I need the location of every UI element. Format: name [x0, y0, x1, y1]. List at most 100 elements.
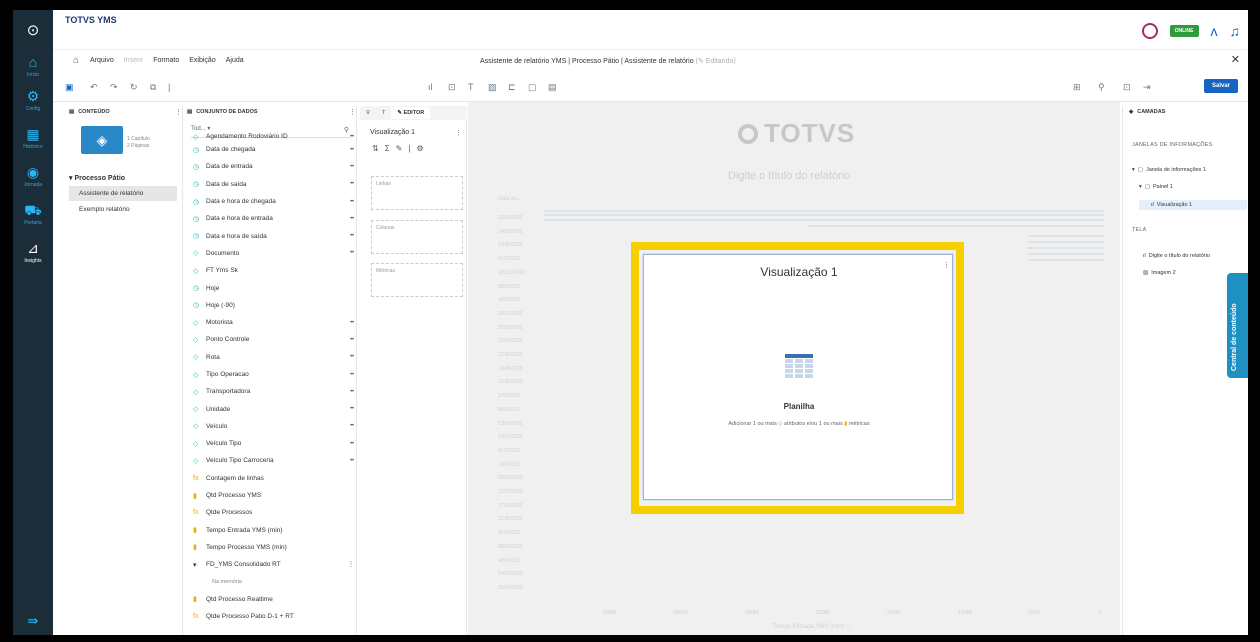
- drag-handle-icon[interactable]: • •: [350, 337, 354, 343]
- insert-text-icon[interactable]: T: [468, 82, 474, 92]
- sidebar-item-insights[interactable]: ⊿ Insights: [13, 236, 53, 274]
- report-title-placeholder[interactable]: Digite o título do relatório: [728, 170, 850, 182]
- insert-shape-icon[interactable]: ▢: [528, 82, 537, 93]
- dataset-item[interactable]: ▮ Tempo Processo YMS (min): [193, 539, 355, 556]
- dataset-item[interactable]: fx Contagem de linhas: [193, 470, 355, 487]
- bell-icon[interactable]: ♫: [1230, 23, 1241, 39]
- menu-file[interactable]: Arquivo: [90, 57, 114, 64]
- tab-text[interactable]: T: [376, 107, 391, 119]
- tree-window[interactable]: ▾ ▢ Janela de informações 1: [1132, 167, 1206, 173]
- drag-handle-icon[interactable]: • •: [350, 372, 354, 378]
- chapter-thumbnail[interactable]: ◈: [81, 126, 123, 154]
- dataset-item[interactable]: ◷ Data de chegada • •: [193, 141, 355, 158]
- menu-format[interactable]: Formato: [153, 57, 179, 64]
- dataset-item[interactable]: ◇ Veículo • •: [193, 418, 355, 435]
- refresh-icon[interactable]: ↻: [130, 82, 138, 93]
- tree-panel[interactable]: ▾ ▢ Painel 1: [1139, 184, 1173, 190]
- drop-zone-metrics[interactable]: Métricas: [371, 263, 463, 297]
- settings-icon[interactable]: ⚙: [416, 144, 423, 153]
- tree-title[interactable]: ıl Digite o título do relatório: [1143, 253, 1210, 259]
- drag-handle-icon[interactable]: • •: [350, 354, 354, 360]
- dataset-item[interactable]: ▮ Tempo Entrada YMS (min): [193, 522, 355, 539]
- data-icon[interactable]: ▣: [65, 82, 74, 93]
- close-icon[interactable]: ✕: [1231, 53, 1240, 66]
- dataset-item[interactable]: ◇ FT Yms Sk: [193, 262, 355, 279]
- expand-menu-icon[interactable]: ⇛: [13, 613, 53, 629]
- drag-handle-icon[interactable]: • •: [350, 199, 354, 205]
- dataset-item[interactable]: ▮ Qtd Processo YMS: [193, 487, 355, 504]
- sidebar-item-jornada[interactable]: ◉ Jornada: [13, 160, 53, 198]
- tree-viz[interactable]: ıl Visualização 1: [1139, 200, 1247, 210]
- dataset-item[interactable]: ◇ Tipo Operacao • •: [193, 366, 355, 383]
- dataset-item[interactable]: ◇ Veículo Tipo Carroceria • •: [193, 452, 355, 469]
- sidebar-item-portaria[interactable]: ⛟ Portaria: [13, 198, 53, 236]
- drag-handle-icon[interactable]: • •: [350, 134, 354, 140]
- drag-handle-icon[interactable]: • •: [350, 458, 354, 464]
- menu-view[interactable]: Exibição: [189, 57, 215, 64]
- drag-handle-icon[interactable]: • •: [350, 233, 354, 239]
- dataset-item[interactable]: ▾ FD_YMS Consolidado RT ⋮: [193, 556, 355, 573]
- sidebar-item-config[interactable]: ⚙ Config: [13, 84, 53, 122]
- page-item-assistente[interactable]: Assistente de relatório: [69, 186, 177, 201]
- drag-handle-icon[interactable]: • •: [350, 406, 354, 412]
- dataset-item[interactable]: ◇ Ponto Controle • •: [193, 331, 355, 348]
- data-source-icon[interactable]: ⧉: [150, 82, 156, 93]
- dataset-item[interactable]: ◷ Data e hora de chegada • •: [193, 193, 355, 210]
- redo-icon[interactable]: ↷: [110, 82, 118, 93]
- dataset-item[interactable]: ▮ Qtd Processo Realtime: [193, 591, 355, 608]
- sidebar-item-histrico[interactable]: ▦ Histórico: [13, 122, 53, 160]
- sum-icon[interactable]: Σ: [385, 144, 390, 153]
- menu-help[interactable]: Ajuda: [226, 57, 244, 64]
- tab-filter[interactable]: ⚲: [360, 107, 376, 119]
- insert-chart-icon[interactable]: ıl: [428, 82, 433, 92]
- dataset-item[interactable]: ◷ Data e hora de saída • •: [193, 227, 355, 244]
- content-center-tab[interactable]: Central de conteúdo: [1227, 273, 1248, 378]
- drag-handle-icon[interactable]: • •: [350, 389, 354, 395]
- expand-icon[interactable]: ▾: [1139, 184, 1142, 190]
- expand-icon[interactable]: ▾: [1132, 167, 1135, 173]
- dataset-item[interactable]: fx Qtde Processos: [193, 504, 355, 521]
- dataset-item[interactable]: ◇ Documento • •: [193, 245, 355, 262]
- insert-image-icon[interactable]: ▨: [488, 82, 497, 93]
- drag-handle-icon[interactable]: • •: [350, 320, 354, 326]
- dataset-item[interactable]: ◷ Data de saída • •: [193, 176, 355, 193]
- app-logo-icon[interactable]: ⊙: [13, 10, 53, 50]
- drag-handle-icon[interactable]: • •: [350, 441, 354, 447]
- drop-zone-rows[interactable]: Linhas: [371, 176, 463, 210]
- dataset-item[interactable]: ◇ Motorista • •: [193, 314, 355, 331]
- user-icon[interactable]: ᴧ: [1211, 23, 1218, 39]
- save-button[interactable]: Salvar: [1203, 79, 1238, 93]
- layout-icon[interactable]: ⊞: [1073, 82, 1081, 93]
- drag-handle-icon[interactable]: • •: [350, 216, 354, 222]
- dataset-item[interactable]: ◷ Hoje (-90): [193, 297, 355, 314]
- undo-icon[interactable]: ↶: [90, 82, 98, 93]
- filter-icon[interactable]: ⚲: [1098, 82, 1105, 93]
- dataset-item[interactable]: ◇ Unidade • •: [193, 400, 355, 417]
- dataset-item[interactable]: ◇ Agendamento Rodoviário ID • •: [193, 132, 355, 141]
- insert-panel-icon[interactable]: ▤: [548, 82, 557, 93]
- insert-filter-icon[interactable]: ⊏: [508, 82, 516, 93]
- dataset-item[interactable]: ◇ Transportadora • •: [193, 383, 355, 400]
- visualization-card[interactable]: Visualização 1 ⋮ Planilha Adicionar 1 ou…: [643, 254, 953, 500]
- brush-icon[interactable]: ✎: [396, 144, 403, 153]
- tree-image[interactable]: ▨ Imagem 2: [1143, 270, 1176, 276]
- page-item-exemplo[interactable]: Exemplo relatório: [69, 202, 177, 217]
- dataset-item[interactable]: ◷ Data e hora de entrada • •: [193, 210, 355, 227]
- drag-handle-icon[interactable]: • •: [350, 181, 354, 187]
- home-icon[interactable]: ⌂: [73, 55, 79, 66]
- drag-handle-icon[interactable]: • •: [350, 147, 354, 153]
- drag-handle-icon[interactable]: • •: [350, 164, 354, 170]
- chapter-title[interactable]: ▾ Processo Pátio: [69, 174, 125, 182]
- drag-handle-icon[interactable]: ⋮: [348, 561, 354, 568]
- sidebar-item-incio[interactable]: ⌂ Início: [13, 50, 53, 84]
- viz-name[interactable]: Visualização 1: [370, 129, 415, 136]
- insert-grid-icon[interactable]: ⊡: [448, 82, 456, 93]
- content-menu-icon[interactable]: ⋮: [175, 108, 182, 116]
- tab-editor[interactable]: ✎ EDITOR: [391, 107, 431, 119]
- swap-icon[interactable]: ⇅: [372, 144, 379, 153]
- share-icon[interactable]: ⇥: [1143, 82, 1151, 93]
- dataset-item[interactable]: ◷ Hoje: [193, 279, 355, 296]
- viz-menu-icon[interactable]: ⋮: [455, 129, 462, 137]
- drag-handle-icon[interactable]: • •: [350, 250, 354, 256]
- dataset-item[interactable]: ◇ Rota • •: [193, 349, 355, 366]
